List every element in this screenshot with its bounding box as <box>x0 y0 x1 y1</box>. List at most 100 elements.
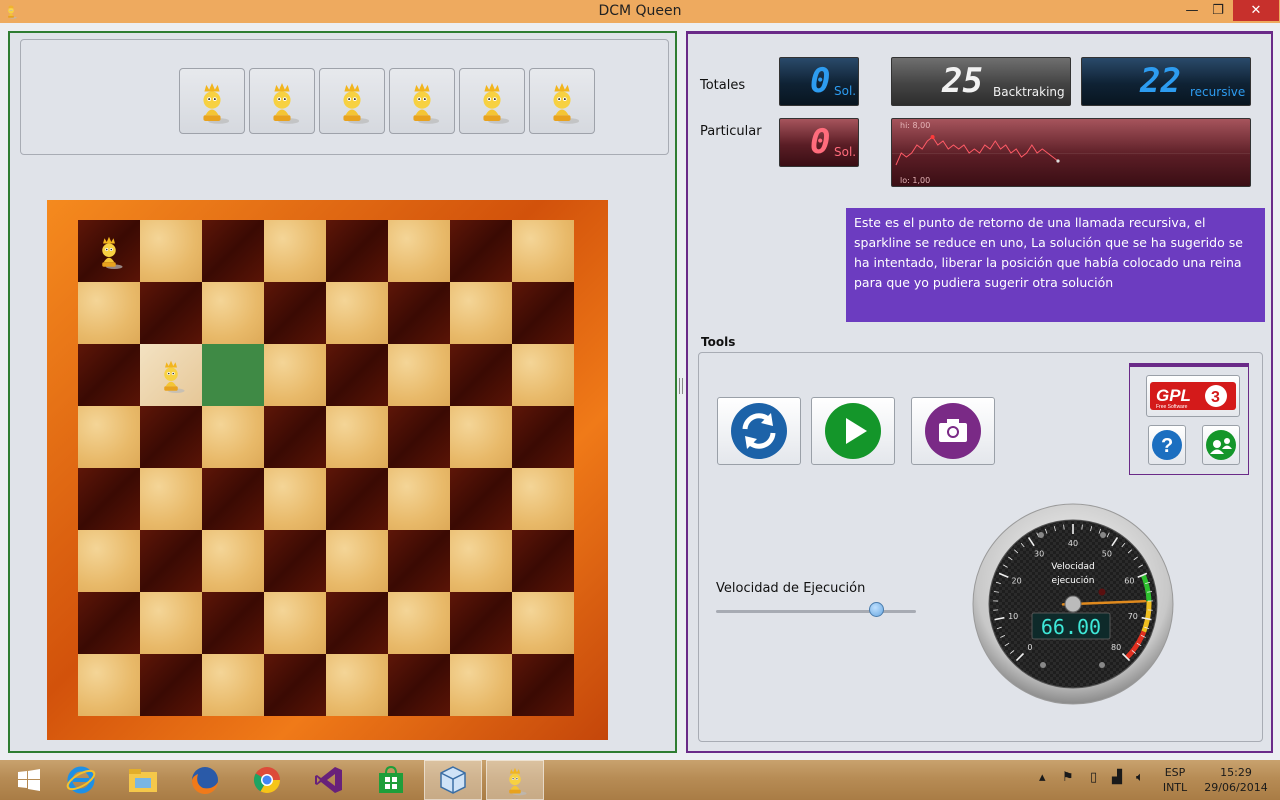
board-square[interactable] <box>264 530 326 592</box>
board-square[interactable] <box>450 282 512 344</box>
board-square[interactable] <box>450 220 512 282</box>
available-queen-slot[interactable] <box>389 68 455 134</box>
available-queen-slot[interactable] <box>529 68 595 134</box>
board-square[interactable] <box>202 344 264 406</box>
board-square[interactable] <box>78 468 140 530</box>
taskbar-store[interactable] <box>362 760 420 800</box>
board-square[interactable] <box>78 592 140 654</box>
taskbar-visual-studio[interactable] <box>300 760 358 800</box>
available-queen-slot[interactable] <box>319 68 385 134</box>
board-square[interactable] <box>326 530 388 592</box>
board-square[interactable] <box>78 282 140 344</box>
board-square[interactable] <box>450 468 512 530</box>
board-square[interactable] <box>78 654 140 716</box>
board-square[interactable] <box>512 344 574 406</box>
board-square[interactable] <box>512 282 574 344</box>
speed-slider-thumb[interactable] <box>869 602 884 617</box>
board-square[interactable] <box>78 406 140 468</box>
board-square[interactable] <box>140 468 202 530</box>
board-square[interactable] <box>202 282 264 344</box>
board-square[interactable] <box>140 654 202 716</box>
board-square[interactable] <box>512 220 574 282</box>
board-square[interactable] <box>388 344 450 406</box>
board-square[interactable] <box>264 344 326 406</box>
available-queen-slot[interactable] <box>179 68 245 134</box>
board-square[interactable] <box>202 592 264 654</box>
board-square[interactable] <box>450 530 512 592</box>
board-square[interactable] <box>202 468 264 530</box>
board-square[interactable] <box>388 592 450 654</box>
board-square[interactable] <box>202 654 264 716</box>
control-panel: Totales Particular 0 Sol. 25 Backtraking… <box>686 31 1273 753</box>
taskbar-firefox[interactable] <box>176 760 234 800</box>
board-square[interactable] <box>450 592 512 654</box>
board-square[interactable] <box>388 530 450 592</box>
taskbar-dcm-queen[interactable] <box>486 760 544 800</box>
board-square[interactable] <box>512 468 574 530</box>
board-square[interactable] <box>388 468 450 530</box>
available-queen-slot[interactable] <box>459 68 525 134</box>
board-square[interactable] <box>326 592 388 654</box>
board-square[interactable] <box>326 344 388 406</box>
windows-start-button[interactable] <box>0 760 58 800</box>
recursive-display: 22 recursive <box>1081 57 1251 106</box>
board-square[interactable] <box>78 344 140 406</box>
board-square[interactable] <box>326 468 388 530</box>
speed-slider-track[interactable] <box>716 610 916 613</box>
close-button[interactable]: ✕ <box>1233 0 1279 21</box>
board-square[interactable] <box>264 220 326 282</box>
board-square[interactable] <box>264 282 326 344</box>
network-icon[interactable]: ▟ <box>1112 770 1122 785</box>
board-square[interactable] <box>388 282 450 344</box>
board-square[interactable] <box>512 406 574 468</box>
board-square[interactable] <box>264 654 326 716</box>
capture-button[interactable] <box>911 397 995 465</box>
board-square[interactable] <box>326 220 388 282</box>
board-square[interactable] <box>264 468 326 530</box>
board-square[interactable] <box>388 220 450 282</box>
board-square[interactable] <box>140 592 202 654</box>
board-square[interactable] <box>140 282 202 344</box>
play-button[interactable] <box>811 397 895 465</box>
board-square[interactable] <box>78 220 140 282</box>
board-square[interactable] <box>140 530 202 592</box>
board-square[interactable] <box>512 654 574 716</box>
board-square[interactable] <box>450 654 512 716</box>
restart-button[interactable] <box>717 397 801 465</box>
taskbar-internet-explorer[interactable] <box>52 760 110 800</box>
board-square[interactable] <box>326 406 388 468</box>
board-square[interactable] <box>326 654 388 716</box>
taskbar-virtualbox[interactable] <box>424 760 482 800</box>
board-square[interactable] <box>264 592 326 654</box>
board-square[interactable] <box>202 530 264 592</box>
taskbar-clock[interactable]: 15:29 29/06/2014 <box>1196 765 1276 795</box>
taskbar-file-explorer[interactable] <box>114 760 172 800</box>
split-pane-divider[interactable] <box>679 378 683 394</box>
board-square[interactable] <box>78 530 140 592</box>
board-square[interactable] <box>512 530 574 592</box>
minimize-button[interactable]: — <box>1180 0 1204 21</box>
board-square[interactable] <box>140 344 202 406</box>
gpl-button[interactable]: GPL Free Software 3 <box>1146 375 1240 417</box>
volume-icon[interactable]: 🔈︎ <box>1136 770 1144 785</box>
board-square[interactable] <box>326 282 388 344</box>
input-language[interactable]: ESP INTL <box>1158 765 1192 795</box>
board-square[interactable] <box>140 406 202 468</box>
maximize-button[interactable]: ❐ <box>1206 0 1230 21</box>
available-queen-slot[interactable] <box>249 68 315 134</box>
board-square[interactable] <box>140 220 202 282</box>
board-square[interactable] <box>202 220 264 282</box>
show-hidden-icons[interactable]: ▴ <box>1039 770 1046 785</box>
board-square[interactable] <box>264 406 326 468</box>
board-square[interactable] <box>450 344 512 406</box>
board-square[interactable] <box>450 406 512 468</box>
taskbar-chrome[interactable] <box>238 760 296 800</box>
board-square[interactable] <box>388 654 450 716</box>
help-button[interactable]: ? <box>1148 425 1186 465</box>
battery-icon[interactable]: ▯ <box>1090 770 1097 785</box>
about-button[interactable] <box>1202 425 1240 465</box>
board-square[interactable] <box>388 406 450 468</box>
board-square[interactable] <box>202 406 264 468</box>
board-square[interactable] <box>512 592 574 654</box>
flag-icon[interactable]: ⚑ <box>1062 770 1074 785</box>
